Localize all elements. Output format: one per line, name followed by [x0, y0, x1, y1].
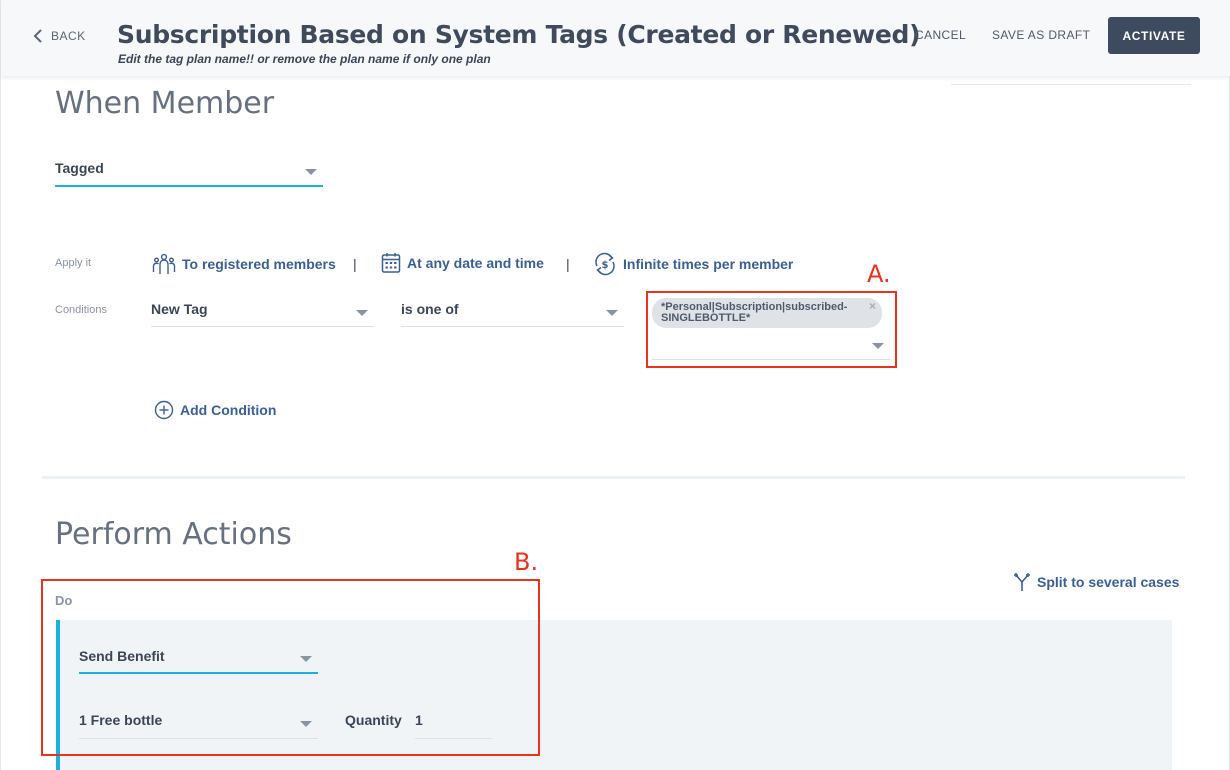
when-member-title: When Member	[55, 86, 275, 121]
top-header: BACK Subscription Based on System Tags (…	[1, 0, 1230, 76]
back-button[interactable]: BACK	[33, 28, 86, 44]
cancel-button[interactable]: CANCEL	[915, 28, 966, 42]
calendar-icon	[381, 253, 401, 273]
times-per-member-link[interactable]: $ Infinite times per member	[593, 252, 793, 276]
trigger-select[interactable]: Tagged	[55, 160, 323, 187]
add-condition-label: Add Condition	[180, 402, 277, 418]
condition-operator-value: is one of	[401, 301, 459, 317]
perform-actions-title: Perform Actions	[55, 517, 292, 552]
page-subtitle: Edit the tag plan name!! or remove the p…	[118, 52, 491, 66]
annotation-box-a	[646, 291, 897, 368]
add-condition-button[interactable]: Add Condition	[154, 400, 276, 420]
chevron-left-icon	[33, 29, 42, 43]
page: BACK Subscription Based on System Tags (…	[0, 0, 1230, 770]
activate-button[interactable]: ACTIVATE	[1108, 17, 1200, 54]
condition-field-value: New Tag	[151, 301, 208, 317]
separator-2: |	[566, 256, 570, 272]
registered-members-link[interactable]: To registered members	[152, 252, 336, 276]
annotation-box-b	[41, 579, 540, 756]
chevron-down-icon	[356, 310, 368, 316]
annotation-label-b: B.	[514, 548, 539, 576]
condition-field-select[interactable]: New Tag	[151, 301, 374, 327]
date-time-label: At any date and time	[407, 255, 544, 271]
conditions-label: Conditions	[55, 304, 107, 316]
annotation-label-a: A.	[867, 260, 891, 288]
section-divider	[42, 476, 1185, 479]
split-cases-label: Split to several cases	[1037, 574, 1180, 590]
page-title[interactable]: Subscription Based on System Tags (Creat…	[117, 20, 921, 49]
date-time-link[interactable]: At any date and time	[381, 252, 544, 274]
apply-it-label: Apply it	[55, 257, 92, 269]
registered-members-label: To registered members	[182, 256, 336, 272]
plus-circle-icon	[154, 400, 174, 420]
save-as-draft-button[interactable]: SAVE AS DRAFT	[992, 28, 1090, 42]
chevron-down-icon	[305, 169, 317, 175]
chevron-down-icon	[606, 310, 618, 316]
trigger-select-value: Tagged	[55, 160, 104, 176]
split-icon	[1014, 573, 1030, 591]
split-cases-link[interactable]: Split to several cases	[1013, 572, 1179, 592]
members-icon	[152, 253, 176, 274]
hidden-toolbar-underline	[951, 84, 1191, 85]
hidden-toolbar	[501, 76, 1191, 86]
condition-operator-select[interactable]: is one of	[401, 301, 624, 327]
svg-text:$: $	[602, 260, 609, 271]
recurring-dollar-icon: $	[595, 252, 615, 276]
times-per-member-label: Infinite times per member	[623, 256, 794, 272]
back-label: BACK	[51, 29, 86, 43]
separator-1: |	[353, 256, 357, 272]
